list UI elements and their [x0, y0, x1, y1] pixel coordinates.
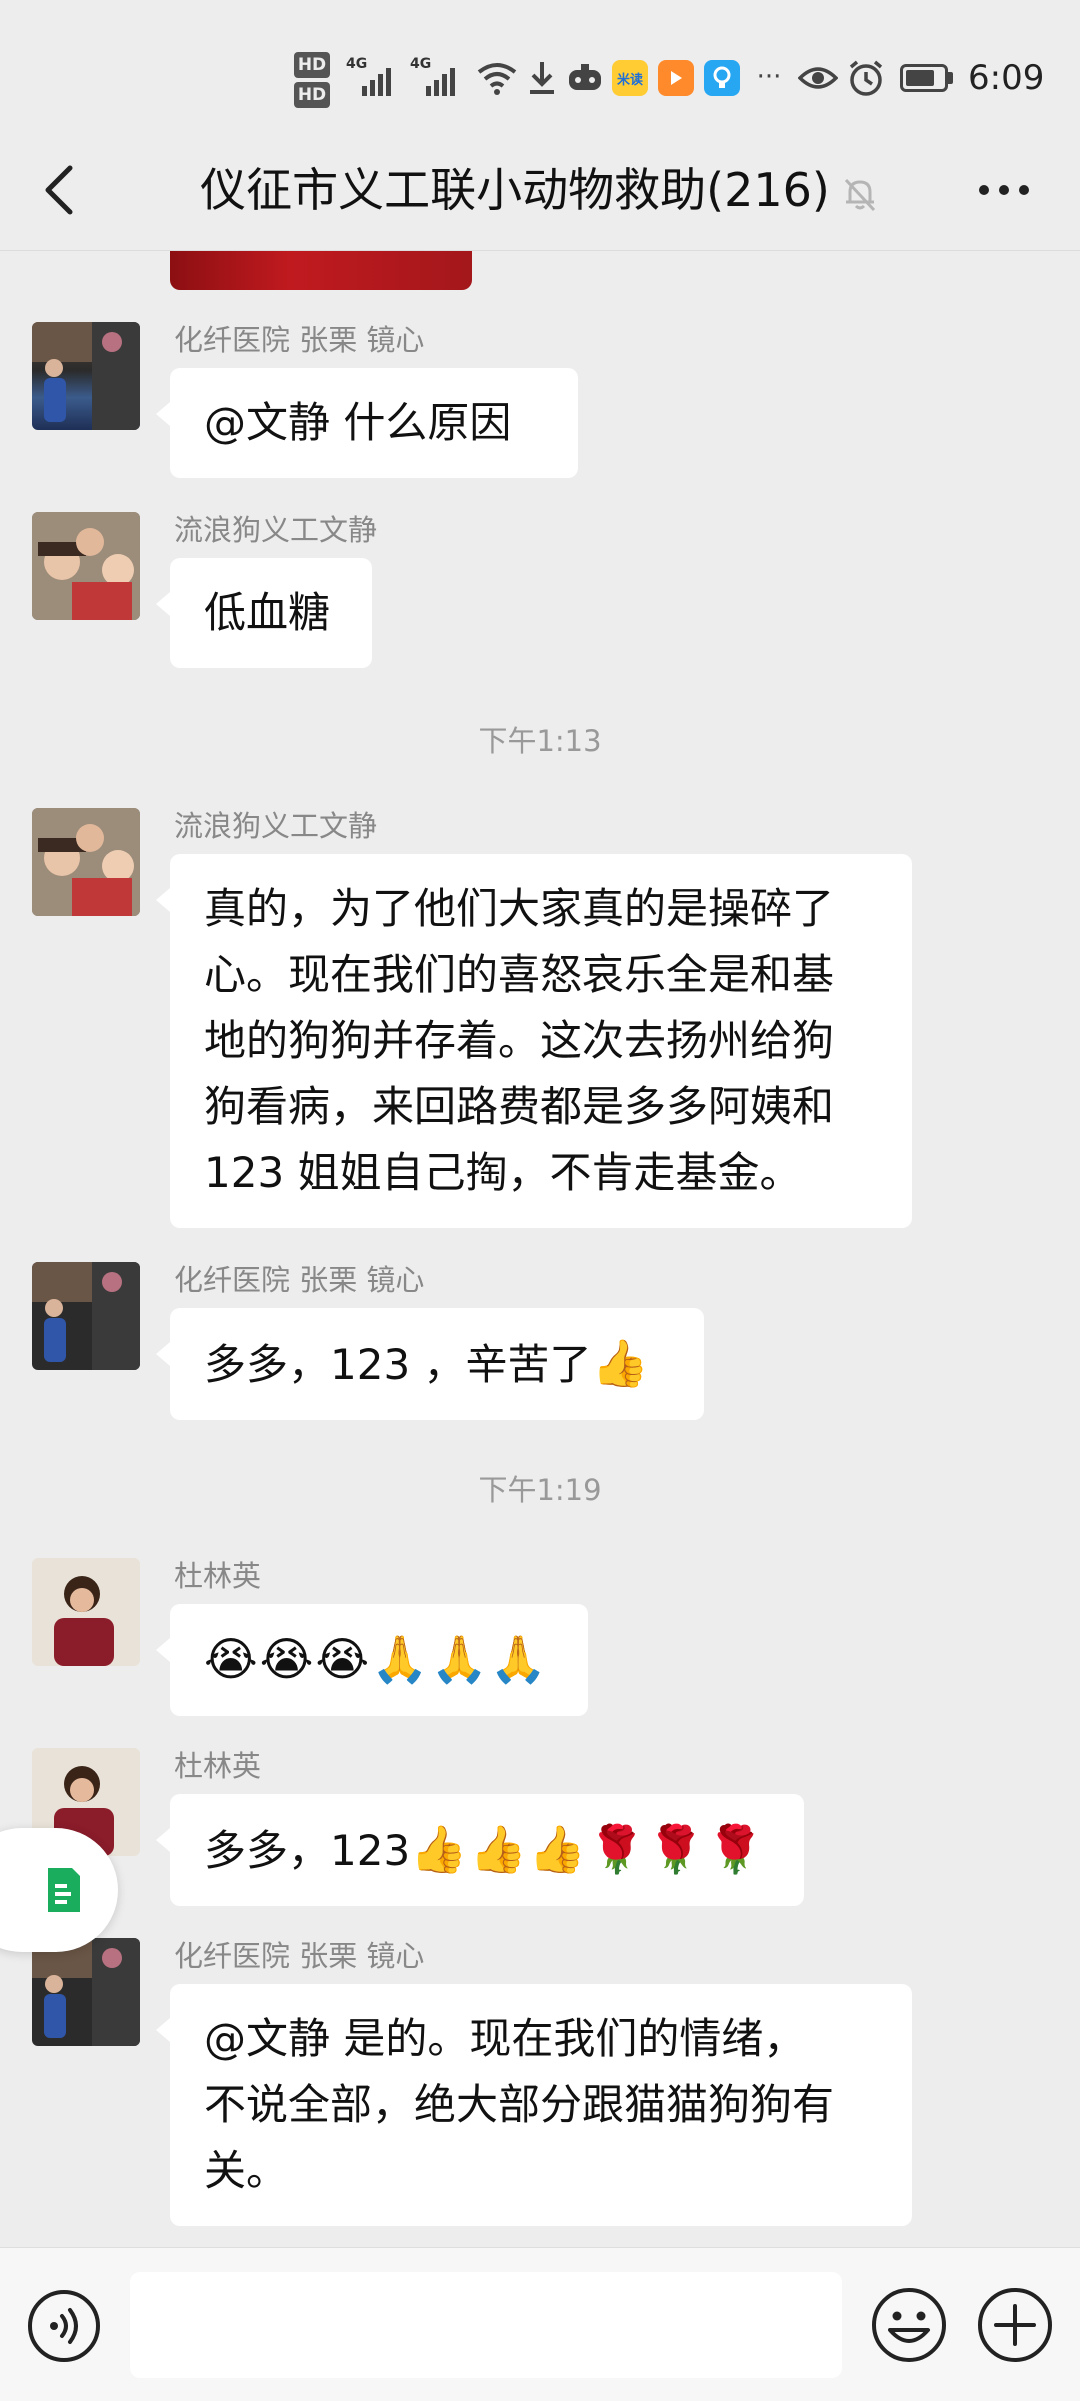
chat-header: 仪征市义工联小动物救助(216)	[0, 130, 1080, 251]
signal-icon-2: 4G	[410, 56, 466, 98]
message-bubble[interactable]: @文静 是的。现在我们的情绪， 不说全部，绝大部分跟猫猫狗狗有 关。	[156, 1984, 912, 2226]
video-app-icon	[658, 60, 694, 96]
message-bubble[interactable]: 多多，123👍👍👍🌹🌹🌹	[156, 1794, 804, 1906]
message-line: 狗看病，来回路费都是多多阿姨和	[204, 1082, 835, 1131]
more-functions-button[interactable]	[976, 2286, 1054, 2364]
message-text: 多多，123 ，辛苦了	[204, 1340, 592, 1389]
avatar-jingxin[interactable]	[32, 1938, 140, 2046]
avatar-jingxin[interactable]	[32, 322, 140, 430]
input-bar	[0, 2247, 1080, 2401]
chat-area[interactable]: 化纤医院 张栗 镜心 @文静 什么原因 流浪狗义工文静 低血糖 下午1:13 流…	[0, 251, 1080, 2247]
status-bar: HD HD 4G 4G 米读 ··· 6:09	[0, 0, 1080, 150]
bulb-app-icon	[704, 60, 740, 96]
message-line: @文静 是的。现在我们的情绪，	[204, 2014, 806, 2063]
hd-2-label: HD	[293, 82, 331, 108]
signal-icon: 4G	[346, 56, 402, 98]
emoji-text: 😭😭😭🙏🙏🙏	[204, 1632, 550, 1686]
message-line: 心。现在我们的喜怒哀乐全是和基	[204, 950, 835, 999]
emoji-button[interactable]	[870, 2286, 948, 2364]
chat-title: 仪征市义工联小动物救助(216)	[0, 158, 1080, 222]
message-line: 关。	[204, 2146, 289, 2195]
app-badge-label: 米读	[616, 72, 643, 88]
eye-icon	[796, 60, 840, 96]
message-line: 不说全部，绝大部分跟猫猫狗狗有	[204, 2080, 835, 2129]
message-timestamp: 下午1:13	[478, 724, 602, 758]
voice-icon	[28, 2290, 100, 2362]
sender-name: 杜林英	[174, 1749, 262, 1783]
message-bubble[interactable]: 真的，为了他们大家真的是操碎了 心。现在我们的喜怒哀乐全是和基 地的狗狗并存着。…	[156, 854, 912, 1228]
wifi-icon	[474, 58, 520, 98]
mute-bell-icon	[844, 178, 875, 211]
sender-name: 化纤医院 张栗 镜心	[174, 323, 425, 357]
notes-icon	[48, 1868, 80, 1912]
sender-name: 化纤医院 张栗 镜心	[174, 1939, 425, 1973]
avatar-wenjing[interactable]	[32, 512, 140, 620]
mi-read-app-icon: 米读	[612, 60, 648, 96]
message-line: 地的狗狗并存着。这次去扬州给狗	[204, 1016, 835, 1065]
more-dots-icon	[979, 185, 1029, 195]
message-text: 多多，123	[204, 1826, 411, 1875]
hd-1-label: HD	[293, 52, 331, 78]
avatar-wenjing[interactable]	[32, 808, 140, 916]
status-time: 6:09	[968, 58, 1045, 98]
thumbs-up-emoji: 👍	[591, 1336, 651, 1390]
smiley-icon	[872, 2288, 946, 2362]
message-text: 低血糖	[204, 588, 331, 637]
message-text: @文静 什么原因	[204, 398, 512, 447]
sender-name: 流浪狗义工文静	[174, 809, 378, 843]
message-bubble[interactable]: @文静 什么原因	[156, 368, 578, 478]
more-button[interactable]	[964, 152, 1044, 228]
sender-name: 化纤医院 张栗 镜心	[174, 1263, 425, 1297]
emoji-text: 👍👍👍🌹🌹🌹	[410, 1822, 766, 1876]
alarm-icon	[846, 58, 886, 98]
sender-name: 流浪狗义工文静	[174, 513, 378, 547]
plus-icon	[978, 2288, 1052, 2362]
avatar-jingxin[interactable]	[32, 1262, 140, 1370]
sender-name: 杜林英	[174, 1559, 262, 1593]
download-icon	[524, 58, 560, 98]
avatar-dulinying[interactable]	[32, 1558, 140, 1666]
message-line: 123 姐姐自己掏，不肯走基金。	[204, 1148, 802, 1197]
battery-icon	[898, 62, 954, 94]
hd-indicator: HD HD	[288, 48, 336, 112]
voice-button[interactable]	[26, 2288, 102, 2364]
message-bubble[interactable]: 多多，123 ，辛苦了👍	[156, 1308, 704, 1420]
previous-image-message[interactable]	[170, 251, 472, 290]
message-timestamp: 下午1:19	[478, 1473, 602, 1507]
group-name: 仪征市义工联小动物救助(216)	[200, 163, 830, 217]
more-notifications-icon: ···	[756, 62, 782, 92]
message-line: 真的，为了他们大家真的是操碎了	[204, 884, 835, 933]
message-input[interactable]	[130, 2272, 842, 2378]
message-bubble[interactable]: 😭😭😭🙏🙏🙏	[156, 1604, 588, 1716]
message-bubble[interactable]: 低血糖	[156, 558, 372, 668]
game-icon	[566, 60, 604, 96]
